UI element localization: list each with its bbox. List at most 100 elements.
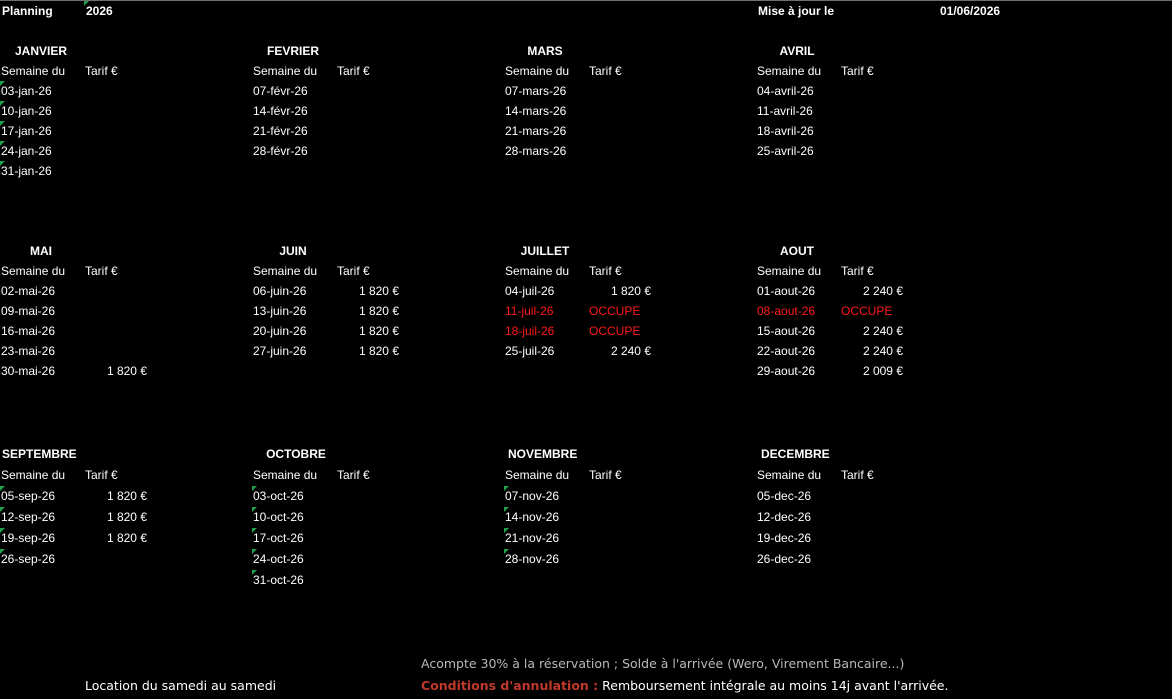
week-date: 23-mai-26 bbox=[1, 344, 56, 358]
week-date: 21-févr-26 bbox=[253, 124, 308, 138]
week-date: 01-aout-26 bbox=[757, 284, 816, 298]
month-title-fevrier: FEVRIER bbox=[266, 44, 319, 58]
price-header-janvier: Tarif € bbox=[85, 64, 118, 78]
price-header-novembre: Tarif € bbox=[589, 468, 622, 482]
cancellation-text: Remboursement intégrale au moins 14j ava… bbox=[598, 678, 949, 693]
week-date: 15-aout-26 bbox=[757, 324, 816, 338]
week-date: 25-juil-26 bbox=[505, 344, 555, 358]
week-date: 07-nov-26 bbox=[505, 489, 560, 503]
week-date: 05-sep-26 bbox=[1, 489, 56, 503]
week-date: 14-févr-26 bbox=[253, 104, 308, 118]
week-date: 03-jan-26 bbox=[1, 84, 52, 98]
week-header-novembre: Semaine du bbox=[505, 468, 570, 482]
week-date: 22-aout-26 bbox=[757, 344, 816, 358]
week-date: 27-juin-26 bbox=[253, 344, 307, 358]
occupied-status: OCCUPE bbox=[589, 324, 641, 338]
week-price: 1 820 € bbox=[358, 304, 399, 318]
week-date: 26-sep-26 bbox=[1, 552, 56, 566]
week-date: 02-mai-26 bbox=[1, 284, 56, 298]
week-date: 20-juin-26 bbox=[253, 324, 307, 338]
cancellation-conditions: Conditions d'annulation : Remboursement … bbox=[421, 678, 948, 693]
planning-label: Planning bbox=[2, 4, 53, 18]
week-price: 1 820 € bbox=[106, 364, 147, 378]
week-date: 04-avril-26 bbox=[757, 84, 814, 98]
week-price: 1 820 € bbox=[106, 531, 147, 545]
week-date: 18-avril-26 bbox=[757, 124, 814, 138]
price-header-fevrier: Tarif € bbox=[337, 64, 370, 78]
week-date: 30-mai-26 bbox=[1, 364, 56, 378]
week-date: 21-nov-26 bbox=[505, 531, 560, 545]
week-date: 24-oct-26 bbox=[253, 552, 304, 566]
price-header-septembre: Tarif € bbox=[85, 468, 118, 482]
month-title-janvier: JANVIER bbox=[14, 44, 67, 58]
week-date: 14-nov-26 bbox=[505, 510, 560, 524]
week-date: 17-oct-26 bbox=[253, 531, 304, 545]
week-date: 31-jan-26 bbox=[1, 164, 52, 178]
week-date: 13-juin-26 bbox=[253, 304, 307, 318]
week-date: 28-nov-26 bbox=[505, 552, 560, 566]
month-title-decembre: DECEMBRE bbox=[761, 447, 830, 461]
week-header-mai: Semaine du bbox=[1, 264, 66, 278]
week-price: 1 820 € bbox=[610, 284, 651, 298]
week-date: 14-mars-26 bbox=[505, 104, 567, 118]
price-header-aout: Tarif € bbox=[841, 264, 874, 278]
week-date: 26-dec-26 bbox=[757, 552, 812, 566]
rental-note: Location du samedi au samedi bbox=[85, 678, 277, 693]
price-header-decembre: Tarif € bbox=[841, 468, 874, 482]
week-price: 1 820 € bbox=[358, 324, 399, 338]
update-date: 01/06/2026 bbox=[940, 4, 1001, 18]
week-header-decembre: Semaine du bbox=[757, 468, 822, 482]
month-title-juillet: JUILLET bbox=[520, 244, 570, 258]
month-title-novembre: NOVEMBRE bbox=[508, 447, 578, 461]
price-header-juin: Tarif € bbox=[337, 264, 370, 278]
month-title-octobre: OCTOBRE bbox=[266, 447, 326, 461]
month-title-mars: MARS bbox=[527, 44, 563, 58]
week-price: 2 240 € bbox=[862, 324, 903, 338]
week-date: 31-oct-26 bbox=[253, 573, 304, 587]
month-title-mai: MAI bbox=[30, 244, 52, 258]
week-date: 19-sep-26 bbox=[1, 531, 56, 545]
week-date: 12-sep-26 bbox=[1, 510, 56, 524]
week-date: 11-juil-26 bbox=[505, 304, 554, 318]
week-price: 1 820 € bbox=[358, 344, 399, 358]
week-date: 17-jan-26 bbox=[1, 124, 52, 138]
week-header-juillet: Semaine du bbox=[505, 264, 570, 278]
week-header-juin: Semaine du bbox=[253, 264, 318, 278]
price-header-avril: Tarif € bbox=[841, 64, 874, 78]
week-price: 2 009 € bbox=[862, 364, 903, 378]
week-date: 10-jan-26 bbox=[1, 104, 52, 118]
occupied-status: OCCUPE bbox=[841, 304, 893, 318]
week-date: 28-mars-26 bbox=[505, 144, 567, 158]
month-title-aout: AOUT bbox=[780, 244, 814, 258]
price-header-mai: Tarif € bbox=[85, 264, 118, 278]
week-header-fevrier: Semaine du bbox=[253, 64, 318, 78]
week-date: 04-juil-26 bbox=[505, 284, 555, 298]
week-price: 2 240 € bbox=[610, 344, 651, 358]
week-header-janvier: Semaine du bbox=[1, 64, 66, 78]
month-title-avril: AVRIL bbox=[779, 44, 815, 58]
week-date: 29-aout-26 bbox=[757, 364, 816, 378]
week-header-octobre: Semaine du bbox=[253, 468, 318, 482]
week-date: 03-oct-26 bbox=[253, 489, 304, 503]
price-header-mars: Tarif € bbox=[589, 64, 622, 78]
week-header-avril: Semaine du bbox=[757, 64, 822, 78]
week-date: 06-juin-26 bbox=[253, 284, 307, 298]
week-price: 1 820 € bbox=[106, 510, 147, 524]
week-date: 07-mars-26 bbox=[505, 84, 567, 98]
month-title-juin: JUIN bbox=[279, 244, 307, 258]
week-date: 28-févr-26 bbox=[253, 144, 308, 158]
week-date: 10-oct-26 bbox=[253, 510, 304, 524]
update-label: Mise à jour le bbox=[758, 4, 835, 18]
top-border bbox=[0, 0, 1172, 1]
planning-year: 2026 bbox=[86, 4, 113, 18]
week-price: 1 820 € bbox=[106, 489, 147, 503]
week-header-septembre: Semaine du bbox=[1, 468, 66, 482]
price-header-juillet: Tarif € bbox=[589, 264, 622, 278]
cancellation-label: Conditions d'annulation : bbox=[421, 678, 599, 693]
week-price: 2 240 € bbox=[862, 284, 903, 298]
occupied-status: OCCUPE bbox=[589, 304, 641, 318]
week-date: 21-mars-26 bbox=[505, 124, 567, 138]
week-date: 25-avril-26 bbox=[757, 144, 814, 158]
week-date: 12-dec-26 bbox=[757, 510, 812, 524]
week-date: 18-juil-26 bbox=[505, 324, 555, 338]
